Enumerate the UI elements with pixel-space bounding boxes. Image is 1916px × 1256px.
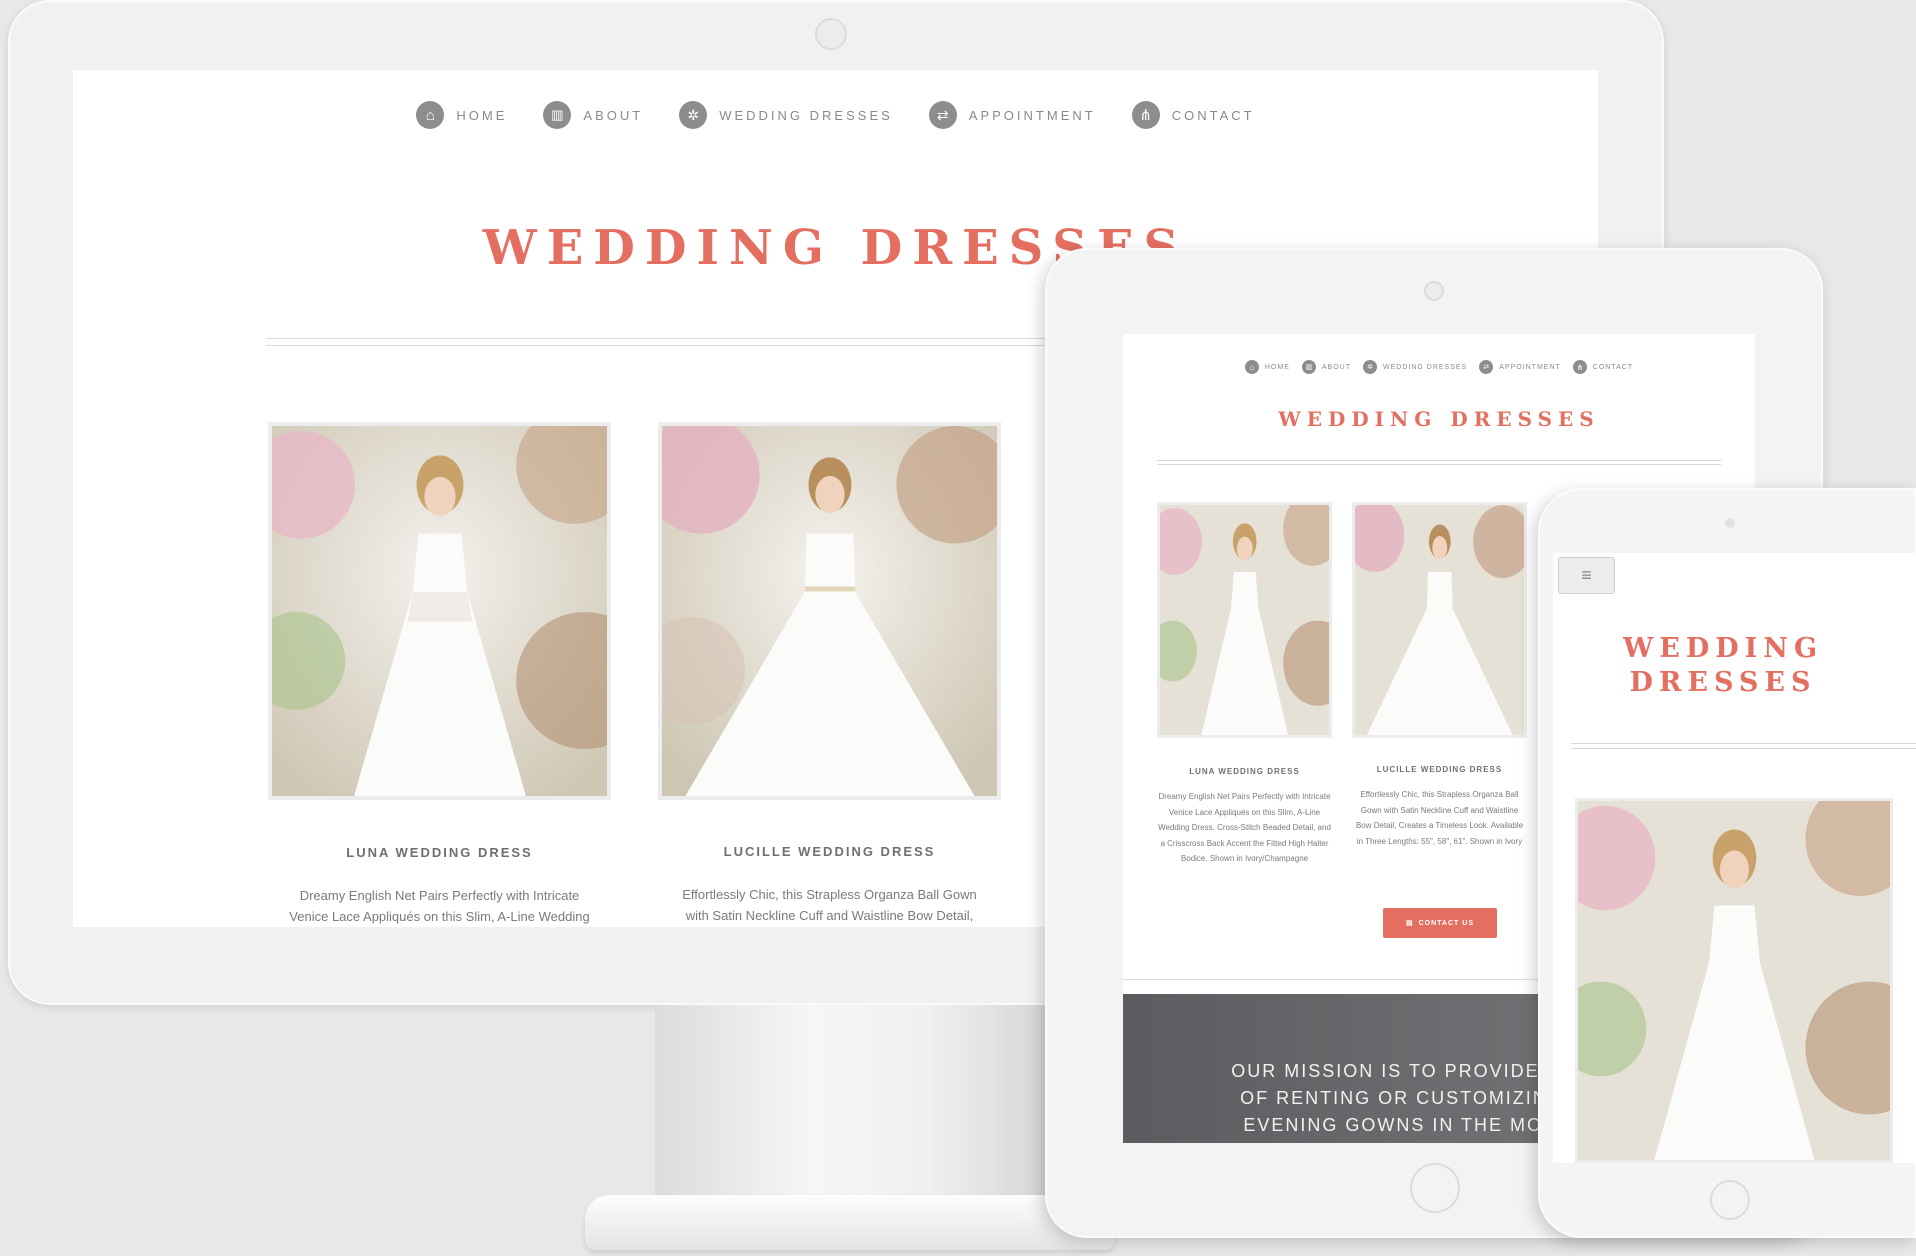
tablet-nav-home[interactable]: ⌂ HOME <box>1244 360 1290 374</box>
phone-product-image-luna[interactable] <box>1575 798 1893 1163</box>
product-desc-luna-line2: Venice Lace Appliqués on this Slim, A-Li… <box>289 909 590 924</box>
phone-luna-dress-photo <box>1578 801 1890 1160</box>
nav-contact-label: CONTACT <box>1171 107 1255 123</box>
tablet-product-desc-lucille: Effortlessly Chic, this Strapless Organz… <box>1355 790 1524 846</box>
desktop-nav: ⌂ HOME ▥ ABOUT ✲ WEDDING DRESSES ⇄ APPOI… <box>73 90 1598 140</box>
hamburger-icon: ≡ <box>1581 565 1592 585</box>
tablet-home-button[interactable] <box>1410 1163 1460 1213</box>
lucille-dress-photo <box>662 426 997 796</box>
nav-home-label: HOME <box>456 107 508 123</box>
phone-title-divider <box>1571 743 1916 749</box>
product-desc-lucille: Effortlessly Chic, this Strapless Organz… <box>643 884 1016 926</box>
product-desc-luna: Dreamy English Net Pairs Perfectly with … <box>253 885 626 927</box>
nav-contact[interactable]: ⋔ CONTACT <box>1131 101 1255 129</box>
tablet-product-image-luna[interactable] <box>1157 502 1332 738</box>
chart-icon: ▥ <box>1301 360 1316 374</box>
monitor-stand-neck <box>655 1005 1045 1210</box>
tablet-page-title: WEDDING DRESSES <box>1278 407 1600 431</box>
tablet-nav-appointment[interactable]: ⇄ APPOINTMENT <box>1479 360 1561 374</box>
nav-appointment-label: APPOINTMENT <box>968 107 1096 123</box>
product-desc-lucille-line1: Effortlessly Chic, this Strapless Organz… <box>682 887 977 902</box>
sitemap-icon: ⋔ <box>1572 360 1587 374</box>
product-desc-lucille-line2: with Satin Neckline Cuff and Waistline B… <box>685 908 974 923</box>
phone-camera <box>1725 518 1735 528</box>
tablet-product-desc-luna: Dreamy English Net Pairs Perfectly with … <box>1158 792 1331 863</box>
tablet-product-name-luna[interactable]: LUNA WEDDING DRESS <box>1157 767 1332 776</box>
contact-us-label: CONTACT US <box>1418 919 1474 927</box>
tablet-nav-wedding-dresses[interactable]: ✲ WEDDING DRESSES <box>1363 360 1467 374</box>
tablet-nav-contact-label: CONTACT <box>1592 363 1634 371</box>
tablet-luna-dress-photo <box>1160 505 1329 735</box>
luna-dress-photo <box>272 426 607 796</box>
phone-page-title: WEDDING DRESSES <box>1553 632 1893 700</box>
tablet-nav-contact[interactable]: ⋔ CONTACT <box>1572 360 1634 374</box>
product-desc-luna-line1: Dreamy English Net Pairs Perfectly with … <box>299 888 580 903</box>
nav-about[interactable]: ▥ ABOUT <box>543 101 643 129</box>
repeat-icon: ⇄ <box>1479 360 1494 374</box>
product-name-lucille[interactable]: LUCILLE WEDDING DRESS <box>658 844 1001 859</box>
monitor-camera <box>815 18 847 50</box>
tablet-lucille-dress-photo <box>1355 505 1524 735</box>
document-icon: ▤ <box>1406 920 1414 927</box>
tablet-title-divider <box>1157 460 1721 465</box>
nav-wedding-dresses[interactable]: ✲ WEDDING DRESSES <box>679 101 893 129</box>
chart-icon: ▥ <box>543 101 572 129</box>
nav-appointment[interactable]: ⇄ APPOINTMENT <box>928 101 1096 129</box>
tablet-nav-wedding-dresses-label: WEDDING DRESSES <box>1383 363 1468 371</box>
menu-toggle-button[interactable]: ≡ <box>1558 557 1615 594</box>
home-icon: ⌂ <box>1244 360 1259 374</box>
gear-icon: ✲ <box>1363 360 1377 374</box>
home-icon: ⌂ <box>416 101 445 129</box>
monitor-stand-base <box>585 1195 1115 1250</box>
tablet-product-image-lucille[interactable] <box>1352 502 1527 738</box>
tablet-nav-appointment-label: APPOINTMENT <box>1499 363 1561 371</box>
phone-title-line-1: WEDDING <box>1622 633 1824 664</box>
tablet-nav-home-label: HOME <box>1264 363 1290 371</box>
nav-wedding-dresses-label: WEDDING DRESSES <box>719 107 893 123</box>
product-name-luna[interactable]: LUNA WEDDING DRESS <box>268 845 611 860</box>
phone-title-line-2: DRESSES <box>1629 667 1817 698</box>
product-image-lucille[interactable] <box>658 422 1001 800</box>
tablet-camera <box>1424 281 1444 301</box>
tablet-nav-about[interactable]: ▥ ABOUT <box>1301 360 1351 374</box>
contact-us-button[interactable]: ▤ CONTACT US <box>1383 908 1497 938</box>
nav-about-label: ABOUT <box>583 107 644 123</box>
phone-home-button[interactable] <box>1710 1180 1750 1220</box>
tablet-nav: ⌂ HOME ▥ ABOUT ✲ WEDDING DRESSES ⇄ APPOI… <box>1123 354 1755 380</box>
gear-icon: ✲ <box>679 101 708 129</box>
tablet-nav-about-label: ABOUT <box>1321 363 1351 371</box>
repeat-icon: ⇄ <box>928 101 957 129</box>
product-image-luna[interactable] <box>268 422 611 800</box>
phone-screen: ≡ WEDDING DRESSES <box>1553 553 1916 1163</box>
sitemap-icon: ⋔ <box>1131 101 1160 129</box>
nav-home[interactable]: ⌂ HOME <box>416 101 507 129</box>
tablet-product-name-lucille[interactable]: LUCILLE WEDDING DRESS <box>1352 765 1527 774</box>
